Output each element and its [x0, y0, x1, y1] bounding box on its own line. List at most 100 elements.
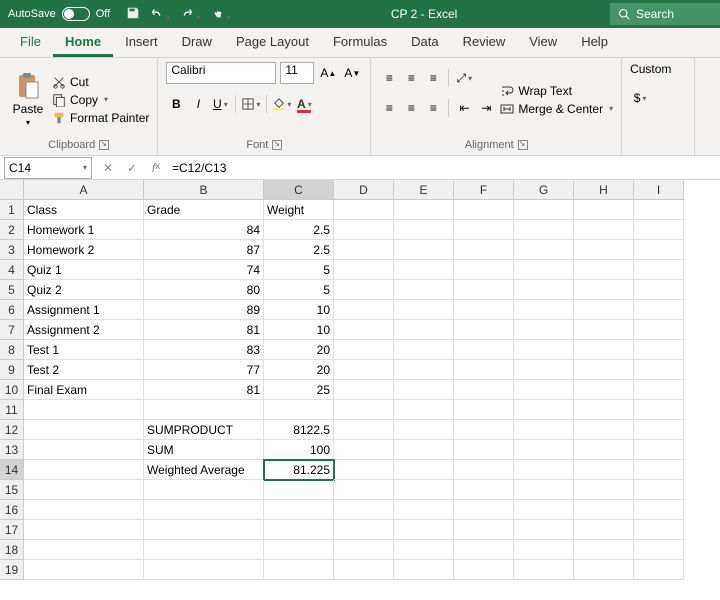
row-header-14[interactable]: 14 — [0, 460, 24, 480]
cell-C8[interactable]: 20 — [264, 340, 334, 360]
cell-I5[interactable] — [634, 280, 684, 300]
tab-draw[interactable]: Draw — [170, 28, 224, 57]
cell-A13[interactable] — [24, 440, 144, 460]
cell-C10[interactable]: 25 — [264, 380, 334, 400]
cell-G1[interactable] — [514, 200, 574, 220]
cell-E12[interactable] — [394, 420, 454, 440]
row-header-17[interactable]: 17 — [0, 520, 24, 540]
cell-I3[interactable] — [634, 240, 684, 260]
align-center-icon[interactable]: ≡ — [401, 98, 421, 118]
cell-H9[interactable] — [574, 360, 634, 380]
cell-I4[interactable] — [634, 260, 684, 280]
cell-B10[interactable]: 81 — [144, 380, 264, 400]
cell-C1[interactable]: Weight — [264, 200, 334, 220]
cell-H16[interactable] — [574, 500, 634, 520]
cell-D14[interactable] — [334, 460, 394, 480]
bold-button[interactable]: B — [166, 94, 186, 114]
number-format-select[interactable]: Custom — [630, 62, 686, 76]
cell-C5[interactable]: 5 — [264, 280, 334, 300]
cell-I6[interactable] — [634, 300, 684, 320]
cell-F7[interactable] — [454, 320, 514, 340]
cell-A11[interactable] — [24, 400, 144, 420]
cell-I2[interactable] — [634, 220, 684, 240]
tab-view[interactable]: View — [517, 28, 569, 57]
cell-D15[interactable] — [334, 480, 394, 500]
cell-F16[interactable] — [454, 500, 514, 520]
increase-indent-icon[interactable]: ⇥ — [476, 98, 496, 118]
cell-D5[interactable] — [334, 280, 394, 300]
font-color-button[interactable]: A — [294, 94, 314, 114]
cell-D12[interactable] — [334, 420, 394, 440]
cell-B11[interactable] — [144, 400, 264, 420]
cell-F17[interactable] — [454, 520, 514, 540]
cut-button[interactable]: Cut — [52, 75, 149, 89]
cell-F2[interactable] — [454, 220, 514, 240]
cell-A15[interactable] — [24, 480, 144, 500]
clipboard-dialog-launcher[interactable] — [99, 140, 109, 150]
increase-font-icon[interactable]: A▲ — [318, 63, 338, 83]
cell-D13[interactable] — [334, 440, 394, 460]
col-header-E[interactable]: E — [394, 180, 454, 200]
cell-F13[interactable] — [454, 440, 514, 460]
cell-F18[interactable] — [454, 540, 514, 560]
cell-A9[interactable]: Test 2 — [24, 360, 144, 380]
cell-E8[interactable] — [394, 340, 454, 360]
paste-button[interactable]: Paste▾ — [8, 62, 48, 137]
cell-H15[interactable] — [574, 480, 634, 500]
cell-B19[interactable] — [144, 560, 264, 580]
row-header-13[interactable]: 13 — [0, 440, 24, 460]
tab-data[interactable]: Data — [399, 28, 450, 57]
row-header-16[interactable]: 16 — [0, 500, 24, 520]
cell-B7[interactable]: 81 — [144, 320, 264, 340]
cell-E11[interactable] — [394, 400, 454, 420]
row-header-10[interactable]: 10 — [0, 380, 24, 400]
cell-C14[interactable]: 81.225 — [264, 460, 334, 480]
cell-F6[interactable] — [454, 300, 514, 320]
cell-E9[interactable] — [394, 360, 454, 380]
cell-E5[interactable] — [394, 280, 454, 300]
cell-E7[interactable] — [394, 320, 454, 340]
decrease-font-icon[interactable]: A▼ — [342, 63, 362, 83]
tab-help[interactable]: Help — [569, 28, 620, 57]
cell-F10[interactable] — [454, 380, 514, 400]
cell-F9[interactable] — [454, 360, 514, 380]
cell-D9[interactable] — [334, 360, 394, 380]
row-header-12[interactable]: 12 — [0, 420, 24, 440]
cell-B8[interactable]: 83 — [144, 340, 264, 360]
cell-A6[interactable]: Assignment 1 — [24, 300, 144, 320]
col-header-A[interactable]: A — [24, 180, 144, 200]
cell-G2[interactable] — [514, 220, 574, 240]
borders-button[interactable] — [241, 94, 261, 114]
autosave-toggle[interactable]: AutoSave Off — [0, 7, 118, 21]
enter-formula-icon[interactable]: ✓ — [120, 161, 144, 175]
cell-I19[interactable] — [634, 560, 684, 580]
cell-B3[interactable]: 87 — [144, 240, 264, 260]
cell-I12[interactable] — [634, 420, 684, 440]
cell-E10[interactable] — [394, 380, 454, 400]
cell-C19[interactable] — [264, 560, 334, 580]
cell-E18[interactable] — [394, 540, 454, 560]
cell-F11[interactable] — [454, 400, 514, 420]
cell-H12[interactable] — [574, 420, 634, 440]
cell-H17[interactable] — [574, 520, 634, 540]
fx-icon[interactable]: fx — [144, 161, 168, 175]
align-right-icon[interactable]: ≡ — [423, 98, 443, 118]
wrap-text-button[interactable]: Wrap Text — [500, 84, 613, 98]
col-header-H[interactable]: H — [574, 180, 634, 200]
cell-G18[interactable] — [514, 540, 574, 560]
row-header-1[interactable]: 1 — [0, 200, 24, 220]
cell-G5[interactable] — [514, 280, 574, 300]
cell-I8[interactable] — [634, 340, 684, 360]
cell-C6[interactable]: 10 — [264, 300, 334, 320]
cell-C16[interactable] — [264, 500, 334, 520]
cell-A16[interactable] — [24, 500, 144, 520]
align-left-icon[interactable]: ≡ — [379, 98, 399, 118]
cell-C11[interactable] — [264, 400, 334, 420]
cell-B5[interactable]: 80 — [144, 280, 264, 300]
cell-A7[interactable]: Assignment 2 — [24, 320, 144, 340]
cancel-formula-icon[interactable]: ✕ — [96, 161, 120, 175]
merge-center-button[interactable]: Merge & Center — [500, 102, 613, 116]
cell-C7[interactable]: 10 — [264, 320, 334, 340]
cell-G15[interactable] — [514, 480, 574, 500]
cell-H13[interactable] — [574, 440, 634, 460]
